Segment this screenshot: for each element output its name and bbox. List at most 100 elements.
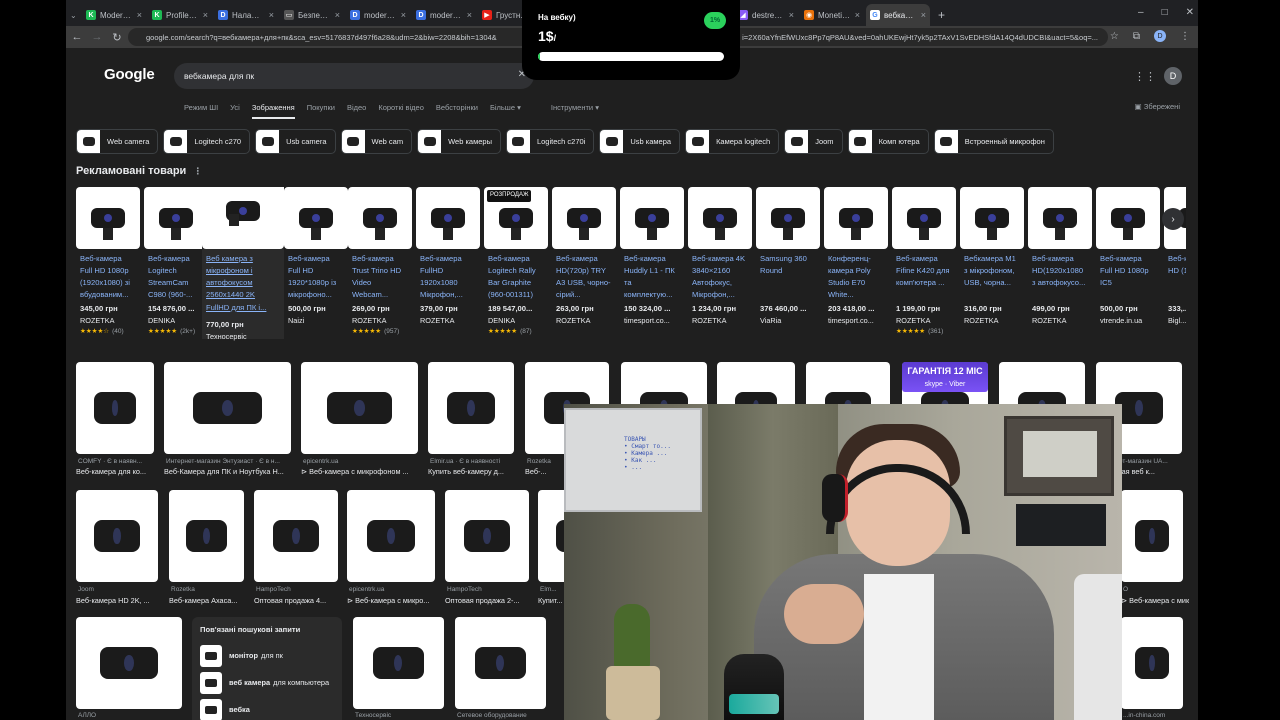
google-apps-icon[interactable]: ⋮⋮ <box>1134 70 1156 83</box>
sponsored-product-card[interactable]: Веб-камера Fifine K420 для комп'ютера ..… <box>892 187 956 345</box>
image-source[interactable]: АЛЛО <box>78 712 184 719</box>
image-title[interactable]: Оптовая продажа 2-... <box>445 596 535 605</box>
image-result[interactable] <box>76 490 158 582</box>
product-name-link[interactable]: Веб-камера Full HD 1080p (1920x1080) зі … <box>76 253 140 303</box>
sponsored-product-card[interactable]: Веб камера з мікрофоном і автофокусом 25… <box>202 187 284 341</box>
tab-close-icon[interactable]: × <box>467 10 472 20</box>
image-source[interactable]: Rozetka <box>171 586 246 593</box>
product-image[interactable] <box>688 187 752 249</box>
product-name-link[interactable]: Конференц-камера Poly Studio E70 White..… <box>824 253 888 303</box>
product-name-link[interactable]: Веб-камера Huddly L1 - ПК та комплектую.… <box>620 253 684 303</box>
suggestion-chip[interactable]: Web camera <box>76 129 159 154</box>
search-tab[interactable]: Вебсторінки <box>436 103 478 119</box>
search-tab[interactable]: Короткі відео <box>378 103 424 119</box>
suggestion-chip[interactable]: Logitech c270 <box>163 129 251 154</box>
search-input[interactable]: вебкамера для пк ✕ <box>174 63 534 89</box>
sponsored-product-card[interactable]: Веб-камера FullHD 1920x1080 Мікрофон,...… <box>416 187 480 345</box>
image-source[interactable]: Сетевое оборудование <box>457 712 548 719</box>
tools-dropdown[interactable]: Інструменти ▾ <box>551 103 599 119</box>
browser-menu-icon[interactable]: ⋮ <box>1180 31 1190 42</box>
product-name-link[interactable]: Samsung 360 Round <box>756 253 820 303</box>
product-image[interactable] <box>284 187 348 249</box>
tab-close-icon[interactable]: × <box>855 10 860 20</box>
image-title[interactable]: Веб-камера Ахаса... <box>169 596 250 605</box>
image-source[interactable]: epicentrk.ua <box>303 458 420 465</box>
product-name-link[interactable]: Веб-камера Full HD 1080p IC5 <box>1096 253 1160 303</box>
back-arrow-icon[interactable]: ← <box>68 31 86 43</box>
sponsored-product-card[interactable]: Веб-камера HD(720p) TRY A3 USB, чорно-сі… <box>552 187 616 345</box>
sponsored-product-card[interactable]: Веб-камера Trust Trino HD Video Webcam..… <box>348 187 412 345</box>
product-name-link[interactable]: Вебкамера M1 з мікрофоном, USB, чорна... <box>960 253 1024 303</box>
suggestion-chip[interactable]: Logitech c270i <box>505 129 595 154</box>
search-tab[interactable]: Відео <box>347 103 366 119</box>
sponsored-product-card[interactable]: Конференц-камера Poly Studio E70 White..… <box>824 187 888 345</box>
product-image[interactable] <box>824 187 888 249</box>
product-name-link[interactable]: Веб-камера Fifine K420 для комп'ютера ..… <box>892 253 956 303</box>
search-tab[interactable]: Покупки <box>307 103 335 119</box>
image-source[interactable]: Elmir.ua · Є в наявності <box>430 458 516 465</box>
browser-tab[interactable]: ▭ Безпечни... × <box>280 4 344 26</box>
reload-icon[interactable]: ↻ <box>108 31 126 44</box>
image-result[interactable] <box>164 362 291 454</box>
suggestion-chip[interactable]: Usb камера <box>599 129 681 154</box>
tab-close-icon[interactable]: × <box>269 10 274 20</box>
sponsored-product-card[interactable]: Веб-камера Full HD 1080p (1920x1080) зі … <box>76 187 140 345</box>
saved-link[interactable]: ▣ Збережені <box>1135 102 1180 111</box>
image-source[interactable]: HampoTech <box>447 586 531 593</box>
product-name-link[interactable]: Веб-камера HD(1920x1080 з автофокусо... <box>1028 253 1092 303</box>
search-tab[interactable]: Режим ШІ <box>184 103 218 119</box>
product-image[interactable] <box>348 187 412 249</box>
image-result[interactable] <box>455 617 546 709</box>
product-image[interactable] <box>892 187 956 249</box>
image-source[interactable]: Joom <box>78 586 160 593</box>
product-name-link[interactable]: Веб-камера 4K 3840×2160 Автофокус, Мікро… <box>688 253 752 303</box>
image-result[interactable] <box>347 490 435 582</box>
browser-tab[interactable]: K Moderna... × <box>82 4 146 26</box>
product-name-link[interactable]: Веб камера з мікрофоном і автофокусом 25… <box>202 253 284 319</box>
product-image[interactable] <box>416 187 480 249</box>
sponsored-product-card[interactable]: Веб-камера Full HD 1080p IC5 500,00 грн vt… <box>1096 187 1160 345</box>
tab-close-icon[interactable]: × <box>203 10 208 20</box>
sponsored-product-card[interactable]: Веб-камера Huddly L1 - ПК та комплектую.… <box>620 187 684 345</box>
sponsored-product-card[interactable]: Веб-камера 4K 3840×2160 Автофокус, Мікро… <box>688 187 752 345</box>
search-tab[interactable]: Більше ▾ <box>490 103 521 119</box>
image-result[interactable] <box>1121 617 1183 709</box>
image-source[interactable]: epicentrk.ua <box>349 586 437 593</box>
sponsored-menu-icon[interactable]: ⋮ <box>193 166 202 176</box>
image-result[interactable] <box>445 490 529 582</box>
related-search-item[interactable]: вебка <box>200 696 334 720</box>
tab-close-icon[interactable]: × <box>401 10 406 20</box>
search-tab[interactable]: Зображення <box>251 103 295 119</box>
product-image[interactable] <box>620 187 684 249</box>
related-search-item[interactable]: веб камера для компьютера <box>200 669 334 696</box>
maximize-button[interactable]: □ <box>1162 7 1168 18</box>
browser-tab[interactable]: Dmoderna_... × <box>346 4 410 26</box>
image-title[interactable]: Купить веб-камеру д... <box>428 467 514 476</box>
product-name-link[interactable]: Веб-камера Full HD 1920*1080p із мікрофо… <box>284 253 348 303</box>
image-source[interactable]: ...in-china.com <box>1123 712 1185 719</box>
product-image[interactable] <box>960 187 1024 249</box>
image-source[interactable]: Интернет-магазин Энтузиаст · Є в н... <box>166 458 293 465</box>
image-title[interactable]: ⊳ Веб-камера с микрофоном ... <box>301 467 418 476</box>
image-result[interactable] <box>254 490 338 582</box>
tab-close-icon[interactable]: × <box>789 10 794 20</box>
browser-tab[interactable]: ◉ Monetizati... × <box>800 4 864 26</box>
image-result[interactable] <box>76 362 154 454</box>
browser-tab[interactable]: ◢ destream × <box>734 4 798 26</box>
sponsored-product-card[interactable]: Вебкамера M1 з мікрофоном, USB, чорна...… <box>960 187 1024 345</box>
browser-tab[interactable]: Gвебкамера... × <box>866 4 930 26</box>
product-image[interactable] <box>756 187 820 249</box>
suggestion-chip[interactable]: Web камеры <box>417 129 501 154</box>
extensions-icon[interactable]: ⧉ <box>1133 31 1140 42</box>
suggestion-chip[interactable]: Встроенный микрофон <box>933 129 1054 154</box>
new-tab-button[interactable]: + <box>938 8 945 22</box>
close-window-button[interactable]: ✕ <box>1186 7 1194 18</box>
image-result[interactable] <box>428 362 514 454</box>
minimize-button[interactable]: – <box>1138 7 1144 18</box>
image-result[interactable] <box>301 362 418 454</box>
product-image[interactable] <box>1028 187 1092 249</box>
product-name-link[interactable]: Веб-камера HD(720p) TRY A3 USB, чорно-сі… <box>552 253 616 303</box>
sponsored-product-card[interactable]: Веб-камера Logitech StreamCam C980 (960-… <box>144 187 208 345</box>
product-image[interactable] <box>76 187 140 249</box>
product-name-link[interactable]: Веб-камера Trust Trino HD Video Webcam..… <box>348 253 412 303</box>
